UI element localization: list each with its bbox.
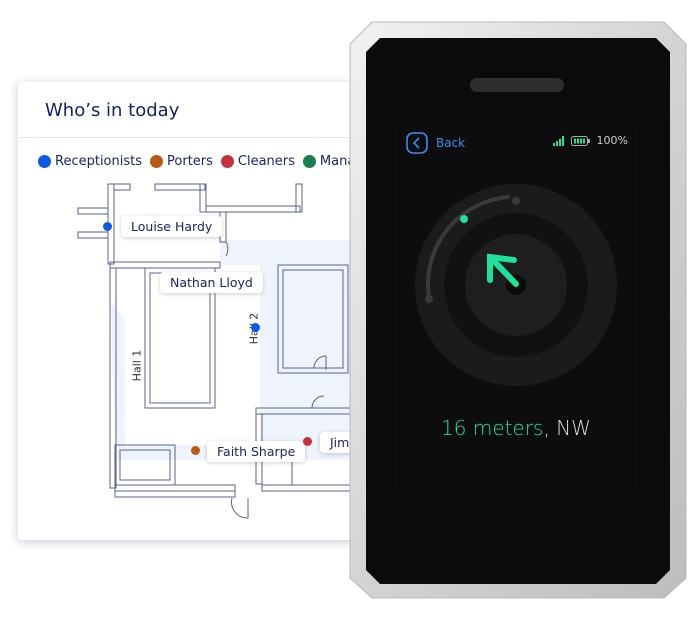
speaker-slot — [470, 78, 564, 92]
distance-readout: 16 meters, NW — [441, 416, 591, 440]
compass — [415, 184, 617, 386]
heading-dot — [460, 215, 468, 223]
device-screen: Back 100% 16 meters, NW — [394, 126, 638, 492]
